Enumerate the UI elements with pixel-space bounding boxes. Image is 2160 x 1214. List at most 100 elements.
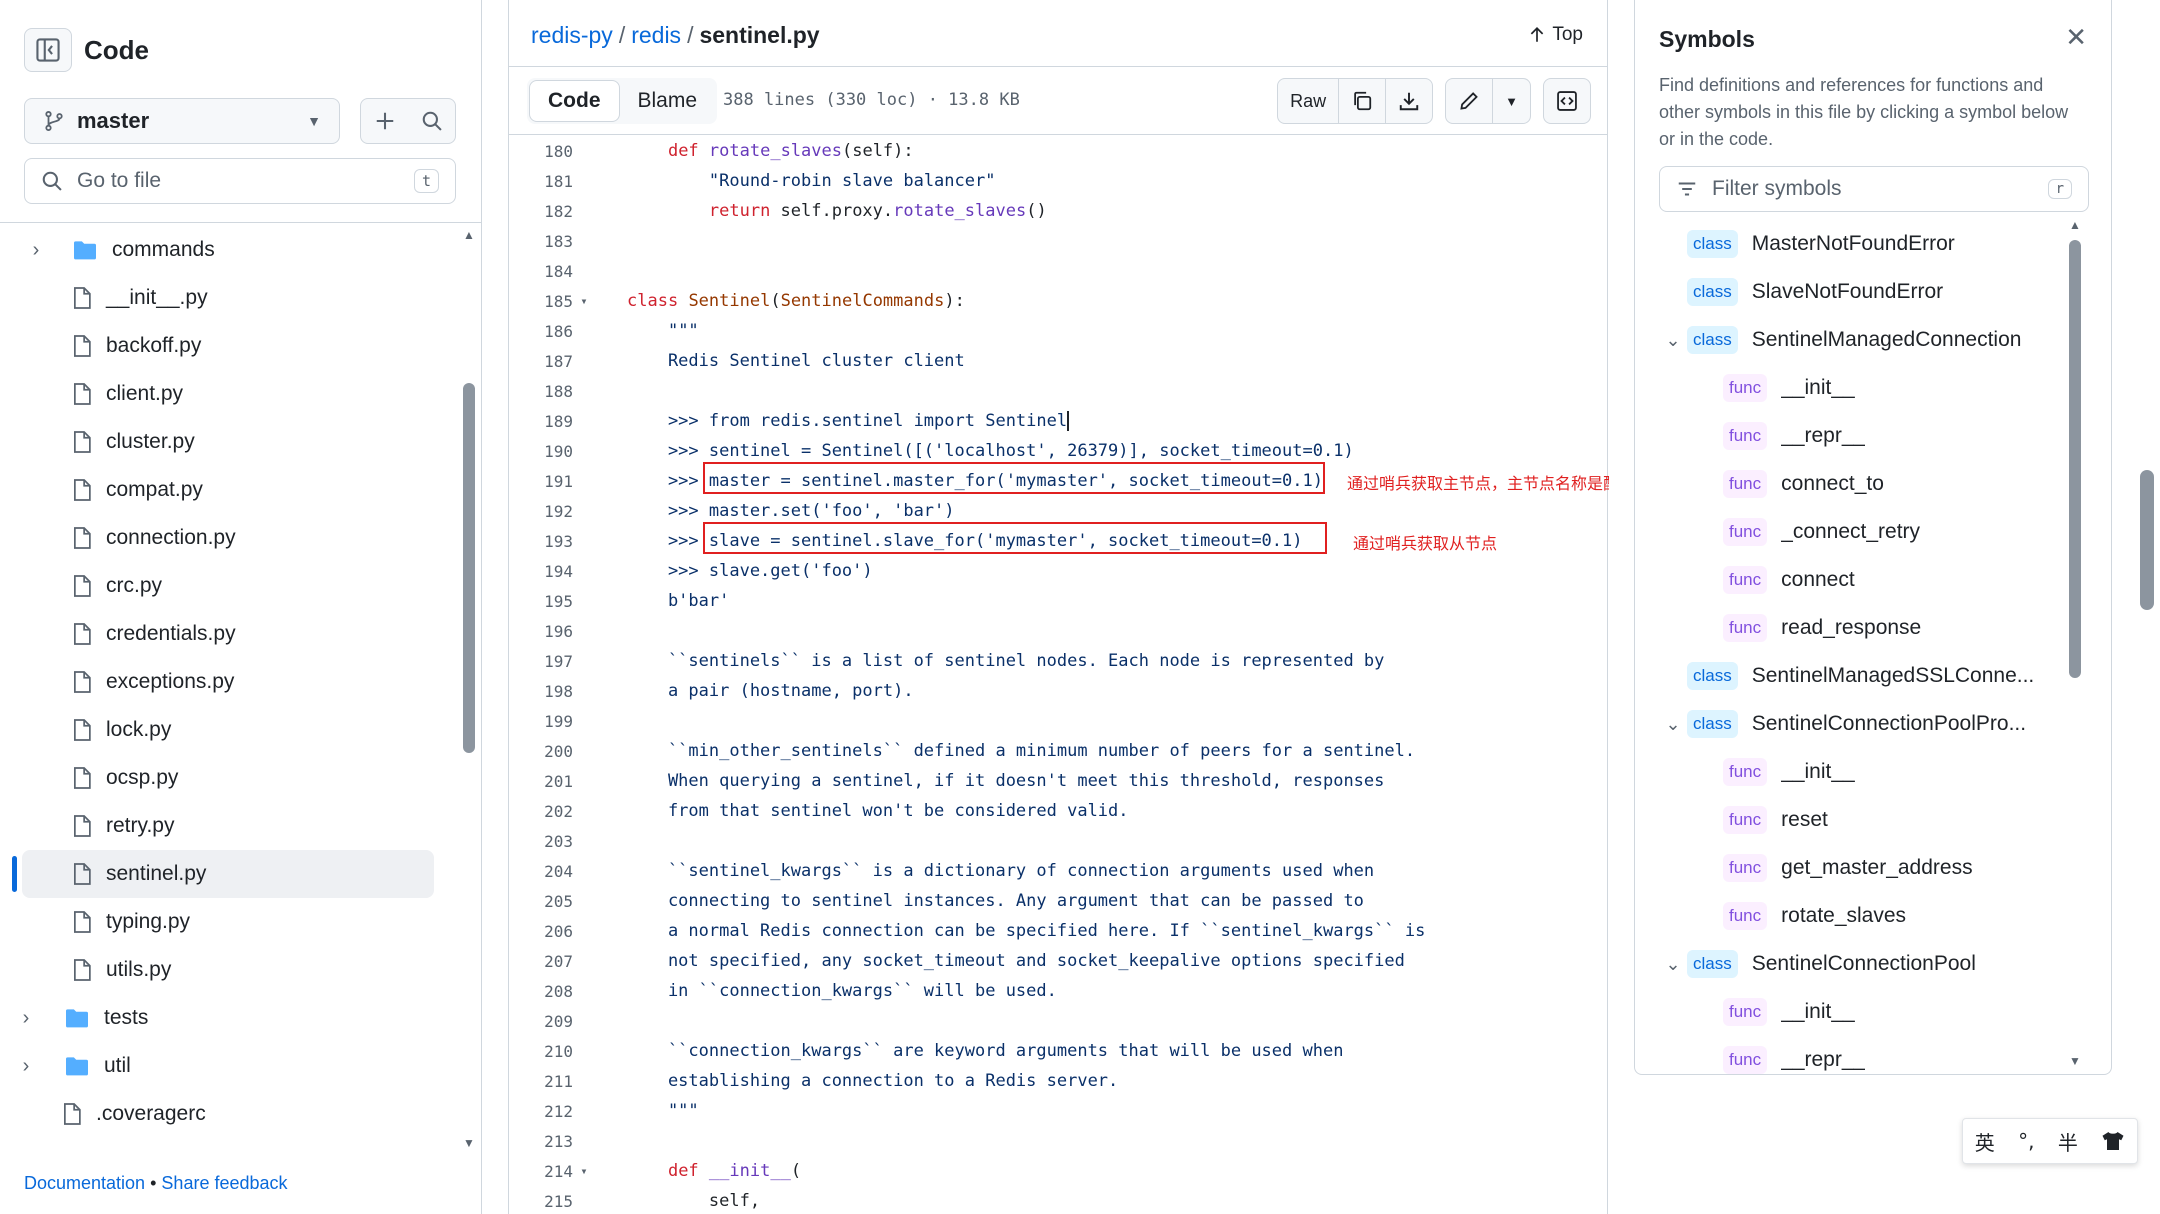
ime-width-toggle[interactable]: 半 (2058, 1127, 2078, 1156)
filter-symbols-input[interactable]: Filter symbols r (1659, 166, 2089, 212)
code-line[interactable]: 195 b'bar' (509, 586, 1609, 616)
symbol-item[interactable]: ⌄ class SentinelConnectionPool (1659, 940, 2059, 988)
line-number[interactable]: 206 (509, 922, 573, 941)
symbol-item[interactable]: func connect (1659, 556, 2059, 604)
line-number[interactable]: 198 (509, 682, 573, 701)
line-number[interactable]: 197 (509, 652, 573, 671)
chevron-right-icon[interactable]: › (26, 239, 46, 262)
line-number[interactable]: 199 (509, 712, 573, 731)
tab-blame[interactable]: Blame (620, 80, 716, 122)
symbol-item[interactable]: func rotate_slaves (1659, 892, 2059, 940)
code-line[interactable]: 206 a normal Redis connection can be spe… (509, 916, 1609, 946)
line-number[interactable]: 202 (509, 802, 573, 821)
code-line[interactable]: 181 "Round-robin slave balancer" (509, 166, 1609, 196)
symbol-item[interactable]: class SlaveNotFoundError (1659, 268, 2059, 316)
symbol-item[interactable]: func connect_to (1659, 460, 2059, 508)
line-number[interactable]: 194 (509, 562, 573, 581)
line-number[interactable]: 181 (509, 172, 573, 191)
scroll-down-icon[interactable]: ▼ (462, 1136, 476, 1150)
code-line[interactable]: 184 (509, 256, 1609, 286)
scrollbar-thumb[interactable] (463, 383, 475, 753)
line-number[interactable]: 193 (509, 532, 573, 551)
search-files-button[interactable] (408, 98, 456, 144)
documentation-link[interactable]: Documentation (24, 1173, 145, 1193)
tree-file[interactable]: sentinel.py (12, 850, 434, 898)
tree-file[interactable]: typing.py (0, 898, 462, 946)
tree-file[interactable]: exceptions.py (0, 658, 462, 706)
line-number[interactable]: 215 (509, 1192, 573, 1211)
tree-file[interactable]: crc.py (0, 562, 462, 610)
line-number[interactable]: 196 (509, 622, 573, 641)
tree-file[interactable]: compat.py (0, 466, 462, 514)
copy-button[interactable] (1338, 79, 1385, 123)
code-line[interactable]: 186 """ (509, 316, 1609, 346)
symbol-item[interactable]: func get_master_address (1659, 844, 2059, 892)
line-number[interactable]: 191 (509, 472, 573, 491)
tree-file[interactable]: cluster.py (0, 418, 462, 466)
code-area[interactable]: 180 def rotate_slaves(self): 181 "Round-r… (509, 136, 1609, 1214)
fold-chevron-icon[interactable]: ▾ (573, 294, 595, 308)
code-line[interactable]: 185 ▾ class Sentinel(SentinelCommands): (509, 286, 1609, 316)
page-scrollbar-thumb[interactable] (2140, 470, 2154, 610)
chevron-down-icon[interactable]: ⌄ (1659, 954, 1687, 975)
tree-file[interactable]: connection.py (0, 514, 462, 562)
line-number[interactable]: 184 (509, 262, 573, 281)
tree-folder[interactable]: › util (0, 1042, 462, 1090)
line-number[interactable]: 214 (509, 1162, 573, 1181)
code-line[interactable]: 201 When querying a sentinel, if it does… (509, 766, 1609, 796)
go-to-file-input[interactable]: Go to file t (24, 158, 456, 204)
line-number[interactable]: 213 (509, 1132, 573, 1151)
code-line[interactable]: 207 not specified, any socket_timeout an… (509, 946, 1609, 976)
tree-file[interactable]: utils.py (0, 946, 462, 994)
add-file-button[interactable] (360, 98, 410, 144)
line-number[interactable]: 207 (509, 952, 573, 971)
top-button[interactable]: Top (1528, 24, 1583, 46)
code-line[interactable]: 215 self, (509, 1186, 1609, 1214)
line-number[interactable]: 189 (509, 412, 573, 431)
tree-file[interactable]: credentials.py (0, 610, 462, 658)
line-number[interactable]: 205 (509, 892, 573, 911)
close-symbols-button[interactable]: ✕ (2065, 22, 2087, 53)
symbol-item[interactable]: ⌄ class SentinelManagedConnection (1659, 316, 2059, 364)
line-number[interactable]: 190 (509, 442, 573, 461)
chevron-right-icon[interactable]: › (16, 1007, 36, 1030)
line-number[interactable]: 203 (509, 832, 573, 851)
code-line[interactable]: 194 >>> slave.get('foo') (509, 556, 1609, 586)
line-number[interactable]: 188 (509, 382, 573, 401)
line-number[interactable]: 209 (509, 1012, 573, 1031)
code-line[interactable]: 214 ▾ def __init__( (509, 1156, 1609, 1186)
file-tree-scrollbar[interactable]: ▲ ▼ (462, 228, 476, 1152)
ime-language-toggle[interactable]: 英 (1975, 1127, 1995, 1156)
scroll-up-icon[interactable]: ▲ (462, 228, 476, 242)
scroll-up-icon[interactable]: ▲ (2067, 218, 2083, 232)
code-line[interactable]: 197 ``sentinels`` is a list of sentinel … (509, 646, 1609, 676)
code-line[interactable]: 183 (509, 226, 1609, 256)
code-line[interactable]: 209 (509, 1006, 1609, 1036)
symbols-scrollbar[interactable]: ▲ ▼ (2067, 218, 2083, 1072)
symbol-item[interactable]: func __init__ (1659, 988, 2059, 1036)
edit-button[interactable] (1446, 79, 1492, 123)
tree-file[interactable]: retry.py (0, 802, 462, 850)
code-line[interactable]: 208 in ``connection_kwargs`` will be use… (509, 976, 1609, 1006)
tree-file[interactable]: client.py (0, 370, 462, 418)
tree-folder[interactable]: › commands (0, 226, 462, 274)
line-number[interactable]: 185 (509, 292, 573, 311)
code-line[interactable]: 203 (509, 826, 1609, 856)
code-line[interactable]: 182 return self.proxy.rotate_slaves() (509, 196, 1609, 226)
line-number[interactable]: 195 (509, 592, 573, 611)
symbol-item[interactable]: class MasterNotFoundError (1659, 220, 2059, 268)
chevron-right-icon[interactable]: › (16, 1055, 36, 1078)
code-line[interactable]: 204 ``sentinel_kwargs`` is a dictionary … (509, 856, 1609, 886)
code-line[interactable]: 200 ``min_other_sentinels`` defined a mi… (509, 736, 1609, 766)
code-line[interactable]: 212 """ (509, 1096, 1609, 1126)
code-line[interactable]: 211 establishing a connection to a Redis… (509, 1066, 1609, 1096)
chevron-down-icon[interactable]: ⌄ (1659, 330, 1687, 351)
symbol-item[interactable]: func _connect_retry (1659, 508, 2059, 556)
symbol-item[interactable]: func __init__ (1659, 748, 2059, 796)
tree-file[interactable]: __init__.py (0, 274, 462, 322)
raw-button[interactable]: Raw (1278, 79, 1338, 123)
share-feedback-link[interactable]: Share feedback (161, 1173, 287, 1193)
tree-file[interactable]: backoff.py (0, 322, 462, 370)
symbol-item[interactable]: func __repr__ (1659, 1036, 2059, 1074)
tree-file[interactable]: .coveragerc (0, 1090, 462, 1138)
